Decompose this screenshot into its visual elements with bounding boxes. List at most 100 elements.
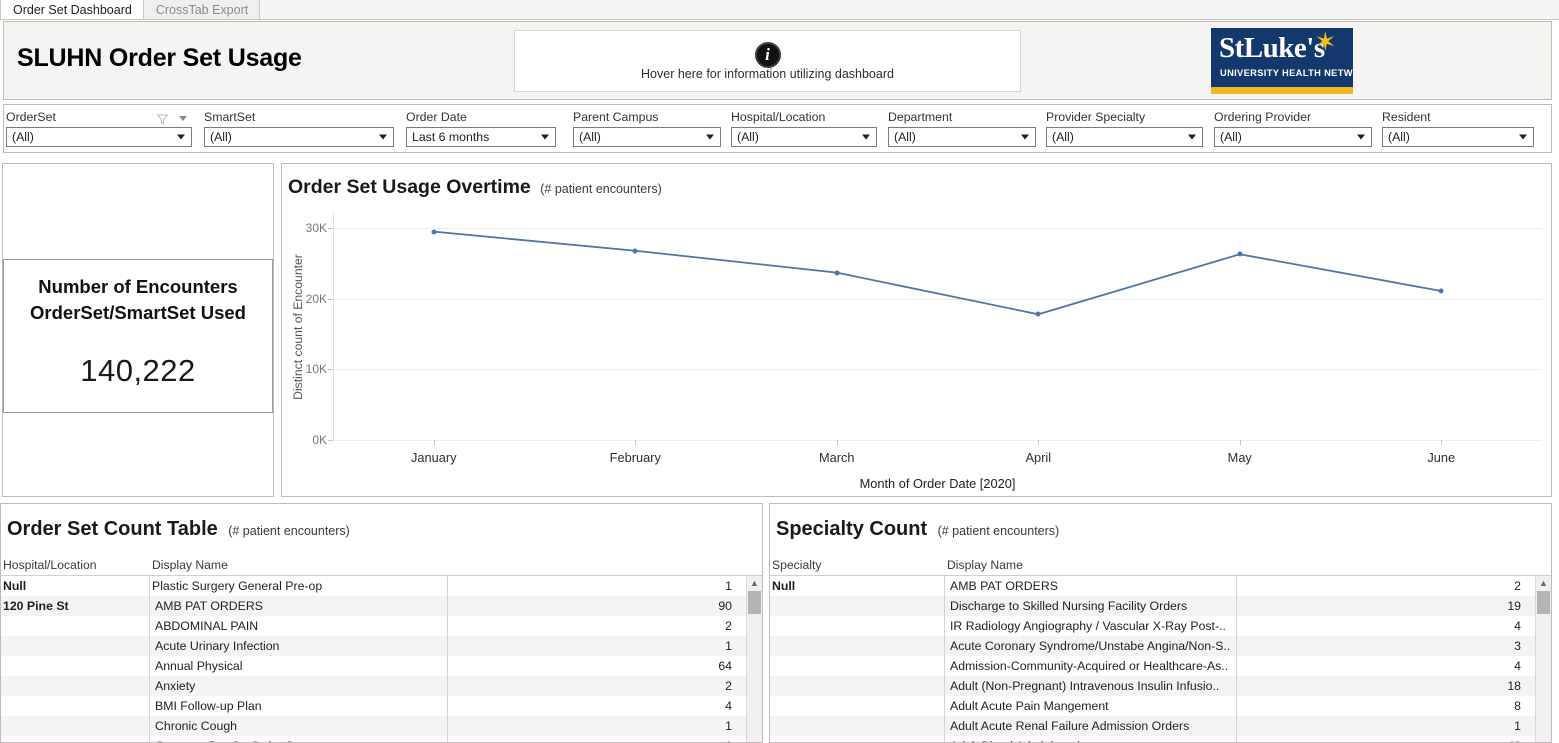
chart-data-point[interactable] (1035, 311, 1041, 317)
table-title: Order Set Count Table (7, 518, 218, 540)
table-row[interactable]: Acute Coronary Syndrome/Unstabe Angina/N… (770, 636, 1551, 656)
column-header-specialty: Specialty (772, 558, 822, 572)
filter-funnel-icon[interactable] (156, 112, 169, 125)
table-row[interactable]: BMI Follow-up Plan 4 (1, 696, 762, 716)
chart-y-tick-label: 0K (312, 433, 327, 447)
filter-dropdown[interactable]: (All) (573, 127, 721, 147)
chart-plot-area[interactable]: Month of Order Date [2020] 0K 10K 20K 30K Ja… (306, 214, 1542, 491)
table-row[interactable]: Null Plastic Surgery General Pre-op 1 (1, 576, 762, 596)
chart-gridline (333, 440, 1542, 441)
info-hover-box[interactable]: i Hover here for information utilizing d… (514, 30, 1021, 92)
filter-label: Hospital/Location (731, 110, 826, 124)
chart-data-point[interactable] (632, 248, 638, 254)
table-row[interactable]: Adult Blood Administration 46 (770, 736, 1551, 742)
filter-hospital-location: Hospital/Location (All) (731, 110, 877, 147)
encounters-kpi[interactable]: Number of Encounters OrderSet/SmartSet U… (3, 259, 273, 413)
cell-count: 1 (1514, 719, 1521, 733)
filter-dropdown[interactable]: (All) (204, 127, 394, 147)
cell-count: 19 (1507, 599, 1521, 613)
filter-dropdown[interactable]: (All) (1214, 127, 1372, 147)
cell-group (772, 676, 942, 696)
cell-display-name: Acute Urinary Infection (155, 639, 280, 653)
cell-group (3, 636, 148, 656)
table-row[interactable]: Common Pre Op Order Set 1 (1, 736, 762, 742)
scrollbar-thumb[interactable] (748, 591, 761, 614)
filter-dropdown[interactable]: (All) (1382, 127, 1534, 147)
table-row[interactable]: Chronic Cough 1 (1, 716, 762, 736)
filter-dropdown[interactable]: Last 6 months (406, 127, 556, 147)
chevron-down-icon[interactable] (1021, 134, 1029, 140)
tab-label: Order Set Dashboard (13, 2, 132, 17)
chart-x-tick-label: February (609, 450, 661, 465)
cell-count: 8 (1514, 699, 1521, 713)
cell-group (3, 676, 148, 696)
chevron-down-icon[interactable] (706, 134, 714, 140)
chart-x-tickmark (433, 440, 435, 445)
chart-data-point[interactable] (1237, 251, 1243, 257)
specialty-table-header: Specialty Count (# patient encounters) (776, 518, 1059, 541)
table-row[interactable]: Acute Urinary Infection 1 (1, 636, 762, 656)
filter-value: (All) (737, 130, 759, 144)
cell-display-name: Common Pre Op Order Set (155, 736, 554, 742)
table-row[interactable]: Annual Physical 64 (1, 656, 762, 676)
tab-order-set-dashboard[interactable]: Order Set Dashboard (0, 0, 144, 19)
filter-dropdown[interactable]: (All) (888, 127, 1036, 147)
chevron-down-icon[interactable] (862, 134, 870, 140)
cell-count: 1 (561, 736, 732, 742)
cell-display-name: Adult (Non-Pregnant) Intravenous Insulin… (950, 679, 1220, 693)
table-row[interactable]: Null AMB PAT ORDERS 2 (770, 576, 1551, 596)
filter-dropdown[interactable]: (All) (1046, 127, 1203, 147)
table-row[interactable]: IR Radiology Angiography / Vascular X-Ra… (770, 616, 1551, 636)
table-row[interactable]: Anxiety 2 (1, 676, 762, 696)
cell-group (3, 716, 148, 736)
chevron-down-icon[interactable] (1357, 134, 1365, 140)
filter-dropdown[interactable]: (All) (6, 127, 192, 147)
cell-count: 4 (1514, 659, 1521, 673)
table-row[interactable]: Adult Acute Pain Mangement 8 (770, 696, 1551, 716)
filter-resident: Resident (All) (1382, 110, 1534, 147)
filter-value: (All) (1220, 130, 1242, 144)
page-title: SLUHN Order Set Usage (17, 44, 302, 72)
chart-data-point[interactable] (834, 270, 840, 276)
chevron-down-icon[interactable] (541, 134, 549, 140)
cell-group: Null (772, 579, 796, 593)
filter-dropdown[interactable]: (All) (731, 127, 877, 147)
filter-ordering-provider: Ordering Provider (All) (1214, 110, 1372, 147)
logo-wordmark: StLuke's (1219, 32, 1325, 64)
scrollbar-thumb[interactable] (1537, 591, 1550, 614)
tab-label: CrossTab Export (155, 2, 249, 17)
cell-group (772, 636, 942, 656)
filter-label: Department (888, 110, 953, 124)
chevron-down-icon[interactable] (1519, 134, 1527, 140)
table-row[interactable]: Admission-Community-Acquired or Healthca… (770, 656, 1551, 676)
cell-display-name: Annual Physical (155, 659, 243, 673)
filter-parent-campus: Parent Campus (All) (573, 110, 721, 147)
logo-subtitle: UNIVERSITY HEALTH NETWORK (1220, 68, 1353, 78)
tab-crosstab-export[interactable]: CrossTab Export (143, 0, 261, 19)
chevron-down-icon[interactable] (179, 116, 187, 121)
chart-y-tick-label: 10K (305, 362, 327, 377)
chevron-down-icon[interactable] (177, 134, 185, 140)
cell-count: 4 (1514, 619, 1521, 633)
chart-data-point[interactable] (1438, 288, 1444, 294)
table-row[interactable]: 120 Pine St AMB PAT ORDERS 90 (1, 596, 762, 616)
chart-data-point[interactable] (431, 229, 437, 235)
chevron-up-icon[interactable]: ▲ (747, 576, 762, 590)
chevron-down-icon[interactable] (1188, 134, 1196, 140)
table-row[interactable]: Discharge to Skilled Nursing Facility Or… (770, 596, 1551, 616)
table-row[interactable]: Adult Acute Renal Failure Admission Orde… (770, 716, 1551, 736)
filter-value: (All) (1052, 130, 1074, 144)
cell-count: 64 (718, 659, 732, 673)
chevron-down-icon[interactable] (379, 134, 387, 140)
table-title: Specialty Count (776, 518, 928, 540)
specialty-scrollbar[interactable]: ▲ (1535, 576, 1551, 742)
table-row[interactable]: ABDOMINAL PAIN 2 (1, 616, 762, 636)
chart-x-tick-label: March (818, 450, 855, 465)
cell-count: 1 (725, 579, 732, 593)
filter-smartset: SmartSet (All) (204, 110, 394, 147)
star-icon: ✶ (1314, 28, 1337, 57)
table-column-divider (944, 576, 945, 742)
order-set-scrollbar[interactable]: ▲ (746, 576, 762, 742)
table-row[interactable]: Adult (Non-Pregnant) Intravenous Insulin… (770, 676, 1551, 696)
chevron-up-icon[interactable]: ▲ (1536, 576, 1551, 590)
